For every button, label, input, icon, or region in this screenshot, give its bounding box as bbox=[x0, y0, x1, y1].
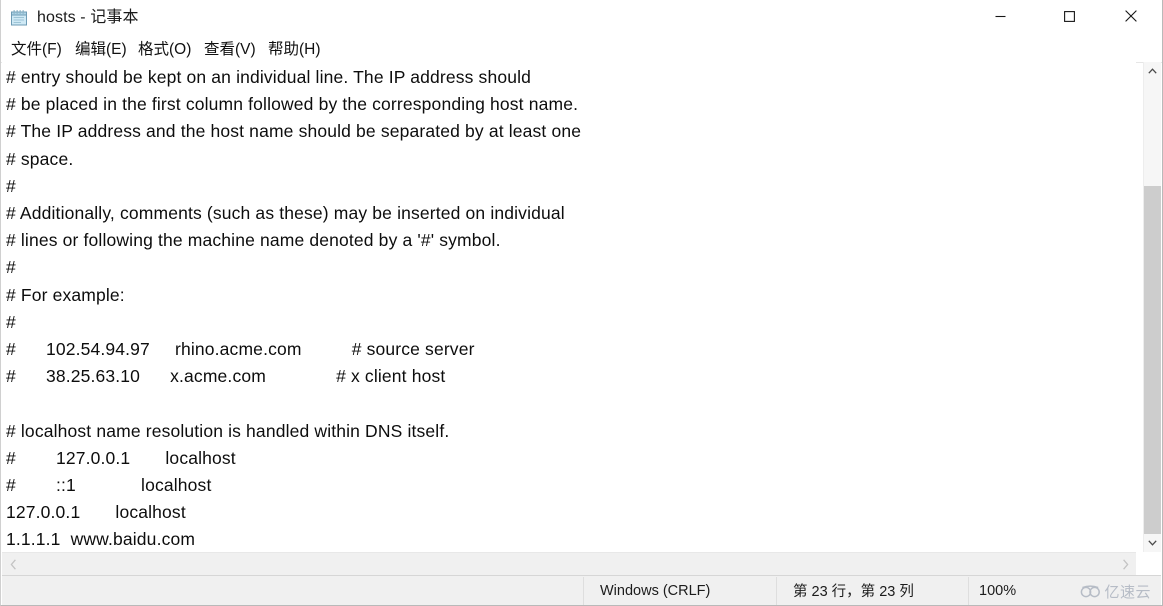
maximize-button[interactable] bbox=[1046, 0, 1092, 32]
chevron-left-icon bbox=[10, 559, 16, 570]
status-separator bbox=[583, 577, 584, 605]
status-bar: Windows (CRLF) 第 23 行，第 23 列 100% 亿速云 bbox=[2, 575, 1161, 605]
close-icon bbox=[1125, 10, 1137, 22]
status-zoom-level: 100% bbox=[979, 582, 1017, 599]
notepad-icon bbox=[10, 9, 28, 27]
menu-item-edit[interactable]: 编辑(E) bbox=[73, 39, 129, 60]
watermark: 亿速云 bbox=[1080, 581, 1151, 602]
menu-bar: 文件(F) 编辑(E) 格式(O) 查看(V) 帮助(H) bbox=[1, 37, 1162, 63]
menu-item-view[interactable]: 查看(V) bbox=[202, 39, 258, 60]
title-bar: hosts - 记事本 bbox=[1, 0, 1162, 38]
window-title: hosts - 记事本 bbox=[37, 9, 139, 26]
menu-item-help[interactable]: 帮助(H) bbox=[266, 39, 323, 60]
text-editor-area[interactable]: # entry should be kept on an individual … bbox=[2, 62, 1136, 552]
scroll-down-button[interactable] bbox=[1144, 534, 1161, 552]
cloud-logo-icon bbox=[1081, 585, 1101, 598]
status-cursor-position: 第 23 行，第 23 列 bbox=[793, 584, 914, 600]
chevron-up-icon bbox=[1148, 68, 1157, 74]
vertical-scrollbar[interactable] bbox=[1143, 62, 1161, 552]
horizontal-scrollbar[interactable] bbox=[2, 552, 1136, 576]
hosts-file-content[interactable]: # entry should be kept on an individual … bbox=[6, 64, 581, 552]
menu-item-file[interactable]: 文件(F) bbox=[9, 39, 64, 60]
minimize-icon bbox=[995, 15, 1005, 17]
scrollbar-corner bbox=[1143, 552, 1161, 576]
notepad-window: hosts - 记事本 文件(F) 编辑(E) 格式(O) 查看(V) 帮助(H… bbox=[0, 0, 1163, 606]
chevron-down-icon bbox=[1148, 540, 1157, 546]
maximize-icon bbox=[1063, 10, 1075, 22]
status-separator bbox=[968, 577, 969, 605]
watermark-text: 亿速云 bbox=[1104, 584, 1151, 601]
status-line-ending: Windows (CRLF) bbox=[600, 582, 711, 599]
scroll-left-button[interactable] bbox=[3, 553, 23, 576]
scroll-right-button[interactable] bbox=[1115, 553, 1135, 576]
vertical-scrollbar-thumb[interactable] bbox=[1144, 186, 1161, 546]
minimize-button[interactable] bbox=[977, 0, 1023, 32]
chevron-right-icon bbox=[1122, 559, 1128, 570]
menu-item-format[interactable]: 格式(O) bbox=[136, 39, 193, 60]
status-separator bbox=[776, 577, 777, 605]
close-button[interactable] bbox=[1108, 0, 1154, 32]
scroll-up-button[interactable] bbox=[1144, 62, 1161, 80]
